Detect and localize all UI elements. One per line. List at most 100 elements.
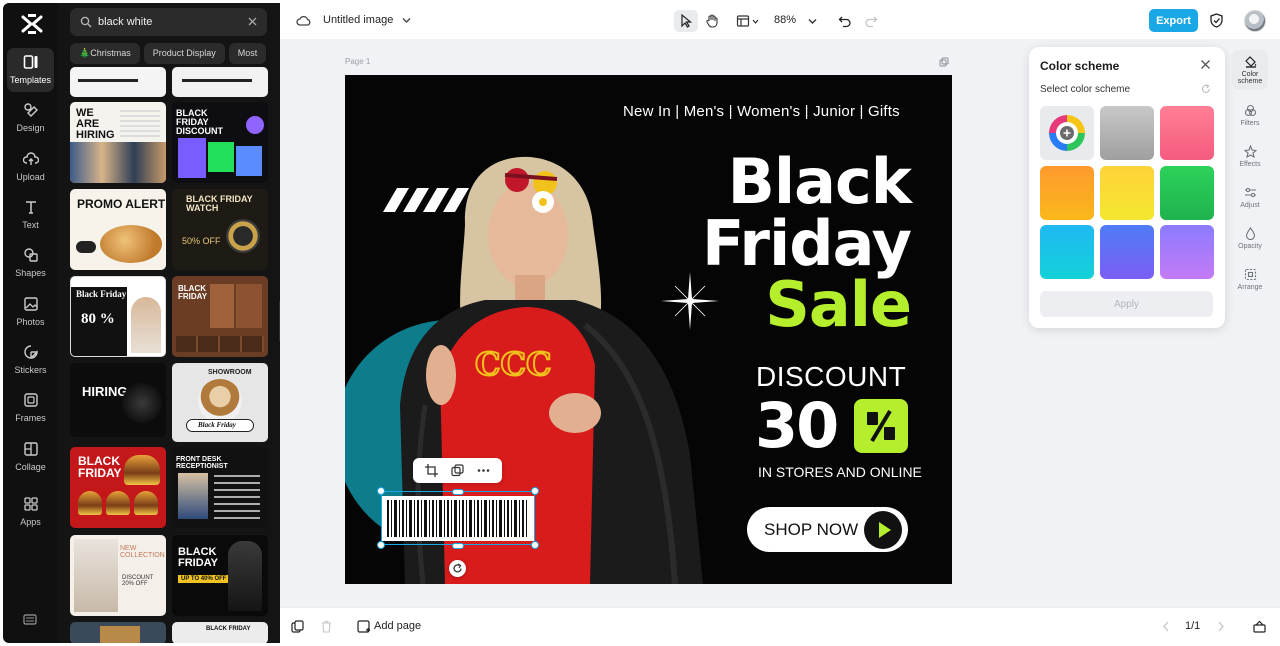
tool-opacity[interactable]: Opacity bbox=[1232, 222, 1268, 262]
chip-most[interactable]: Most bbox=[228, 43, 267, 64]
template-thumb[interactable]: PROMO ALERT bbox=[70, 189, 166, 270]
rail-item-apps[interactable]: Apps bbox=[7, 490, 54, 534]
shield-icon[interactable] bbox=[1209, 13, 1224, 28]
template-thumb[interactable]: BLACK FRIDAY bbox=[172, 622, 268, 643]
resize-handle[interactable] bbox=[452, 489, 464, 495]
swatch-blue-violet[interactable] bbox=[1100, 225, 1154, 279]
crop-icon[interactable] bbox=[425, 464, 439, 477]
template-thumb[interactable] bbox=[172, 67, 268, 97]
rail-item-collage[interactable]: Collage bbox=[7, 435, 54, 479]
rail-item-text[interactable]: Text bbox=[7, 193, 54, 237]
close-icon[interactable] bbox=[247, 16, 258, 27]
tool-filters[interactable]: Filters bbox=[1232, 99, 1268, 139]
rail-item-stickers[interactable]: Stickers bbox=[7, 338, 54, 382]
template-title: BLACK FRIDAY bbox=[78, 454, 122, 480]
layout-menu-button[interactable] bbox=[733, 10, 761, 32]
chevron-down-icon[interactable] bbox=[402, 17, 411, 24]
template-thumb[interactable]: BLACK FRIDAY DISCOUNT bbox=[172, 102, 268, 183]
tool-effects[interactable]: Effects bbox=[1232, 140, 1268, 180]
resize-handle[interactable] bbox=[452, 543, 464, 549]
swatch-gray[interactable] bbox=[1100, 106, 1154, 160]
add-page-icon[interactable] bbox=[357, 620, 370, 633]
reset-icon[interactable] bbox=[1201, 84, 1211, 94]
template-subtitle: Black Friday bbox=[198, 421, 236, 429]
tool-arrange[interactable]: Arrange bbox=[1232, 263, 1268, 303]
templates-icon bbox=[23, 55, 37, 69]
resize-handle[interactable] bbox=[377, 541, 385, 549]
rail-item-photos[interactable]: Photos bbox=[7, 290, 54, 334]
cloud-sync-icon[interactable] bbox=[296, 14, 311, 28]
zoom-level[interactable]: 88% bbox=[774, 14, 796, 26]
chip-christmas[interactable]: 🎄Christmas bbox=[70, 43, 140, 64]
rail-label: Design bbox=[16, 123, 45, 133]
selection-box[interactable] bbox=[381, 491, 535, 545]
design-icon bbox=[23, 103, 38, 117]
duplicate-icon[interactable] bbox=[451, 464, 464, 477]
resize-handle[interactable] bbox=[531, 541, 539, 549]
template-thumb[interactable]: SHOWROOM Black Friday bbox=[172, 363, 268, 442]
rotate-handle[interactable] bbox=[449, 560, 466, 577]
template-thumb[interactable]: NEW COLLECTION DISCOUNT 20% OFF bbox=[70, 535, 166, 616]
duplicate-page-icon[interactable] bbox=[291, 620, 304, 633]
duplicate-page-icon[interactable] bbox=[939, 57, 949, 67]
chevron-right-icon[interactable] bbox=[1214, 620, 1227, 633]
swatch-cyan[interactable] bbox=[1040, 225, 1094, 279]
category-nav-text[interactable]: New In | Men's | Women's | Junior | Gift… bbox=[623, 103, 900, 120]
template-thumb[interactable] bbox=[70, 622, 166, 643]
swatch-yellow[interactable] bbox=[1100, 166, 1154, 220]
export-button[interactable]: Export bbox=[1149, 9, 1198, 32]
template-thumb[interactable] bbox=[70, 67, 166, 97]
swatch-green[interactable] bbox=[1160, 166, 1214, 220]
rail-label: Shapes bbox=[15, 268, 46, 278]
apply-button[interactable]: Apply bbox=[1040, 291, 1213, 317]
headline-sale[interactable]: Sale bbox=[765, 274, 912, 336]
discount-value[interactable]: 30 bbox=[755, 395, 839, 457]
rail-label: Collage bbox=[15, 462, 46, 472]
redo-button[interactable] bbox=[859, 10, 883, 32]
zoom-menu-button[interactable] bbox=[800, 10, 824, 32]
template-subtitle: 50% OFF bbox=[182, 236, 221, 246]
layers-icon[interactable] bbox=[1253, 620, 1266, 633]
swatch-violet[interactable] bbox=[1160, 225, 1214, 279]
tool-adjust[interactable]: Adjust bbox=[1232, 181, 1268, 221]
template-title: HIRING bbox=[82, 384, 128, 399]
swatch-custom[interactable] bbox=[1040, 106, 1094, 160]
rail-item-templates[interactable]: Templates bbox=[7, 48, 54, 92]
headline-black[interactable]: Black bbox=[728, 151, 912, 213]
close-icon[interactable] bbox=[1200, 59, 1211, 70]
trash-icon[interactable] bbox=[320, 620, 333, 633]
resize-handle[interactable] bbox=[377, 487, 385, 495]
in-stores-text[interactable]: IN STORES AND ONLINE bbox=[758, 464, 922, 480]
rail-item-shapes[interactable]: Shapes bbox=[7, 241, 54, 285]
select-tool-button[interactable] bbox=[674, 10, 698, 32]
avatar[interactable] bbox=[1244, 10, 1266, 32]
percent-badge[interactable] bbox=[854, 399, 908, 453]
capcut-logo[interactable] bbox=[20, 12, 44, 36]
swatch-orange[interactable] bbox=[1040, 166, 1094, 220]
rail-item-design[interactable]: Design bbox=[7, 96, 54, 140]
hand-tool-button[interactable] bbox=[700, 10, 724, 32]
template-thumb[interactable]: WE ARE HIRING bbox=[70, 102, 166, 183]
chip-product-display[interactable]: Product Display bbox=[143, 43, 225, 64]
template-thumb[interactable]: BLACK FRIDAY bbox=[70, 447, 166, 528]
template-thumb[interactable]: BLACK FRIDAY bbox=[172, 276, 268, 357]
swatch-pink[interactable] bbox=[1160, 106, 1214, 160]
document-title[interactable]: Untitled image bbox=[323, 14, 393, 26]
headline-friday[interactable]: Friday bbox=[702, 213, 912, 275]
search-input[interactable]: black white bbox=[70, 8, 267, 36]
undo-button[interactable] bbox=[833, 10, 857, 32]
more-options-icon[interactable] bbox=[477, 464, 490, 477]
resize-handle[interactable] bbox=[531, 487, 539, 495]
template-thumb[interactable]: BLACK FRIDAY WATCH 50% OFF bbox=[172, 189, 268, 270]
rail-item-upload[interactable]: Upload bbox=[7, 145, 54, 189]
rail-item-frames[interactable]: Frames bbox=[7, 386, 54, 430]
template-thumb[interactable]: HIRING bbox=[70, 363, 166, 437]
template-thumb[interactable]: FRONT DESK RECEPTIONIST bbox=[172, 447, 268, 528]
keyboard-icon[interactable] bbox=[22, 611, 38, 627]
template-thumb[interactable]: Black Friday 80 % bbox=[70, 276, 166, 357]
add-page-button[interactable]: Add page bbox=[374, 620, 421, 632]
chevron-left-icon[interactable] bbox=[1160, 620, 1173, 633]
template-thumb[interactable]: BLACK FRIDAY UP TO 40% OFF bbox=[172, 535, 268, 616]
tool-color-scheme[interactable]: Color scheme bbox=[1232, 50, 1268, 90]
shop-now-button[interactable]: SHOP NOW bbox=[747, 507, 908, 552]
